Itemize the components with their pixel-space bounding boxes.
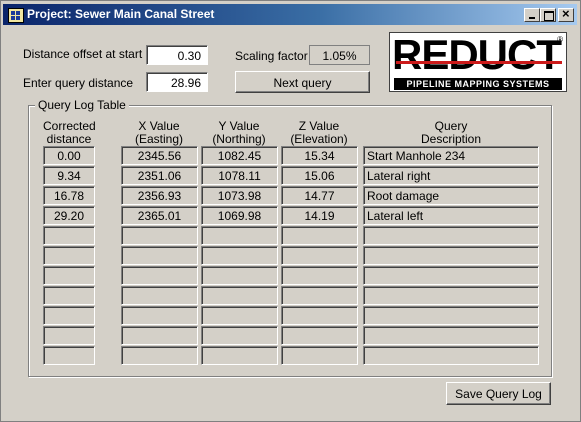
- cell-desc: Root damage: [363, 186, 539, 205]
- cell-x: 2356.93: [121, 186, 198, 205]
- cell-desc: [363, 226, 539, 245]
- cell-y: [201, 246, 278, 265]
- cell-x: [121, 246, 198, 265]
- close-button[interactable]: ×: [558, 6, 574, 22]
- cell-x: [121, 306, 198, 325]
- cell-z: 15.34: [281, 146, 358, 165]
- cell-desc: [363, 266, 539, 285]
- cell-x: 2345.56: [121, 146, 198, 165]
- cell-distance: 0.00: [43, 146, 95, 165]
- cell-distance: 9.34: [43, 166, 95, 185]
- distance-offset-input[interactable]: 0.30: [146, 45, 208, 65]
- cell-z: 14.19: [281, 206, 358, 225]
- cell-x: 2365.01: [121, 206, 198, 225]
- window-title: Project: Sewer Main Canal Street: [27, 7, 215, 21]
- cell-x: [121, 266, 198, 285]
- reduct-logo: REDUCT ® PIPELINE MAPPING SYSTEMS: [389, 31, 567, 92]
- save-query-log-button[interactable]: Save Query Log: [446, 382, 551, 405]
- cell-y: 1082.45: [201, 146, 278, 165]
- cell-y: [201, 286, 278, 305]
- cell-x: [121, 326, 198, 345]
- cell-distance: [43, 306, 95, 325]
- next-query-button[interactable]: Next query: [235, 71, 370, 93]
- cell-z: [281, 286, 358, 305]
- cell-z: [281, 346, 358, 365]
- cell-distance: 16.78: [43, 186, 95, 205]
- logo-wordmark: REDUCT: [392, 31, 562, 78]
- cell-z: 14.77: [281, 186, 358, 205]
- distance-offset-label: Distance offset at start: [23, 47, 143, 61]
- cell-desc: [363, 306, 539, 325]
- cell-z: [281, 266, 358, 285]
- cell-x: [121, 346, 198, 365]
- query-log-group-label: Query Log Table: [35, 98, 129, 112]
- scaling-factor-label: Scaling factor: [235, 49, 308, 63]
- header-z-value: Z Value (Elevation): [290, 119, 348, 146]
- maximize-button[interactable]: [540, 8, 556, 22]
- cell-y: [201, 346, 278, 365]
- cell-z: 15.06: [281, 166, 358, 185]
- cell-distance: [43, 286, 95, 305]
- cell-desc: [363, 286, 539, 305]
- close-icon: ×: [562, 6, 570, 21]
- logo-tagline: PIPELINE MAPPING SYSTEMS: [394, 78, 562, 90]
- cell-distance: [43, 226, 95, 245]
- app-icon: [8, 8, 24, 23]
- title-bar[interactable]: Project: Sewer Main Canal Street ×: [3, 4, 577, 25]
- query-distance-input[interactable]: 28.96: [146, 72, 208, 92]
- cell-desc: Lateral right: [363, 166, 539, 185]
- app-window: Project: Sewer Main Canal Street × Dista…: [0, 0, 581, 422]
- query-distance-label: Enter query distance: [23, 76, 134, 90]
- cell-distance: [43, 326, 95, 345]
- cell-desc: Lateral left: [363, 206, 539, 225]
- cell-z: [281, 246, 358, 265]
- cell-desc: [363, 346, 539, 365]
- minimize-icon: [529, 17, 535, 19]
- cell-y: 1069.98: [201, 206, 278, 225]
- header-query-description: Query Description: [420, 119, 482, 146]
- cell-y: [201, 306, 278, 325]
- header-y-value: Y Value (Northing): [212, 119, 266, 146]
- cell-desc: [363, 326, 539, 345]
- cell-x: [121, 226, 198, 245]
- minimize-button[interactable]: [524, 8, 540, 22]
- cell-y: [201, 266, 278, 285]
- scaling-factor-value: 1.05%: [309, 45, 370, 65]
- cell-desc: Start Manhole 234: [363, 146, 539, 165]
- cell-z: [281, 306, 358, 325]
- cell-y: 1078.11: [201, 166, 278, 185]
- cell-x: [121, 286, 198, 305]
- maximize-icon: [544, 11, 554, 21]
- header-corrected-distance: Corrected distance: [43, 119, 96, 146]
- cell-y: [201, 226, 278, 245]
- cell-z: [281, 326, 358, 345]
- logo-registered-mark: ®: [557, 35, 563, 44]
- cell-distance: 29.20: [43, 206, 95, 225]
- logo-red-line: [396, 61, 562, 64]
- cell-y: [201, 326, 278, 345]
- cell-distance: [43, 246, 95, 265]
- cell-distance: [43, 346, 95, 365]
- cell-distance: [43, 266, 95, 285]
- cell-y: 1073.98: [201, 186, 278, 205]
- cell-x: 2351.06: [121, 166, 198, 185]
- cell-z: [281, 226, 358, 245]
- header-x-value: X Value (Easting): [134, 119, 184, 146]
- cell-desc: [363, 246, 539, 265]
